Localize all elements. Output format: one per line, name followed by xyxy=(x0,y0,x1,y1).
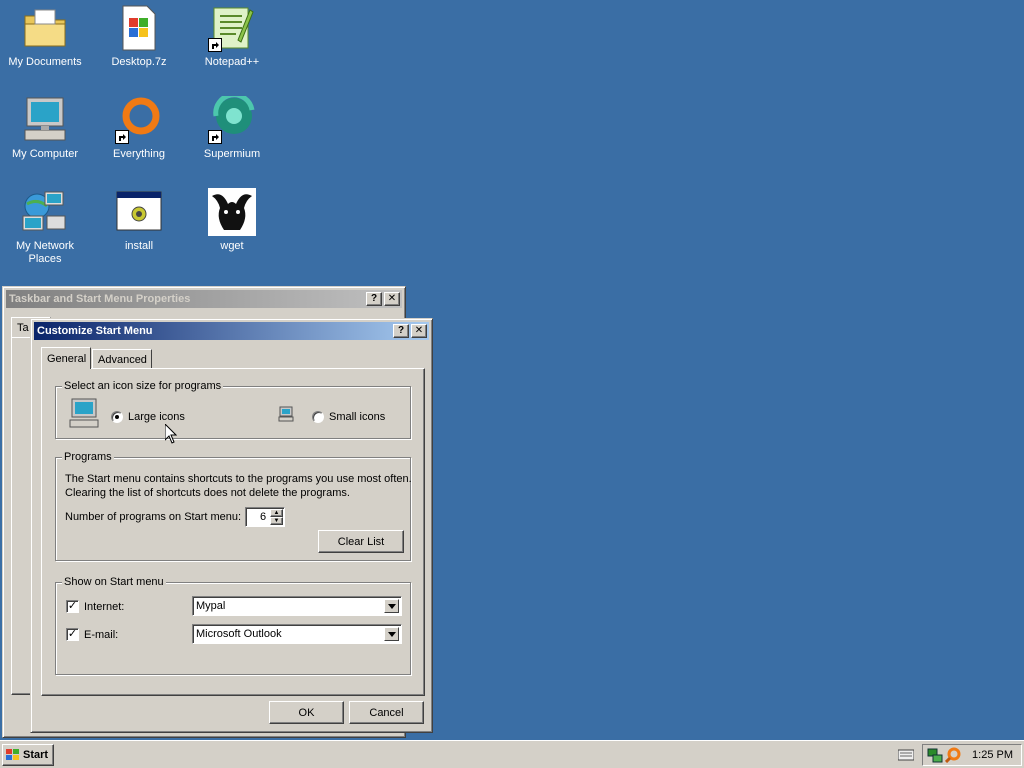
show-on-start-menu-group: Show on Start menu ✓ Internet: Mypal ✓ E… xyxy=(55,576,411,675)
desktop-icon-everything[interactable]: Everything xyxy=(97,96,181,161)
windows-logo-icon xyxy=(6,749,20,761)
spin-up-icon[interactable]: ▲ xyxy=(270,509,283,517)
tab-label: Ta xyxy=(17,321,29,334)
icon-size-group: Select an icon size for programs Large i… xyxy=(55,380,411,439)
customize-start-menu-dialog: Customize Start Menu ? ✕ General Advance… xyxy=(30,318,433,733)
desktop-icon-label: Supermium xyxy=(203,148,261,160)
start-label: Start xyxy=(23,749,49,761)
supermium-browser-icon xyxy=(208,96,256,144)
everything-search-icon xyxy=(115,96,163,144)
desktop-icon-install[interactable]: install xyxy=(97,188,181,253)
large-computer-icon xyxy=(68,397,100,429)
internet-browser-select[interactable]: Mypal xyxy=(192,596,402,616)
keyboard-icon[interactable] xyxy=(897,749,915,761)
desktop-icon-label: Desktop.7z xyxy=(111,56,167,68)
desktop-icon-desktop-7z[interactable]: Desktop.7z xyxy=(97,4,181,69)
close-button[interactable]: ✕ xyxy=(411,324,427,338)
desktop-icon-label: Notepad++ xyxy=(204,56,260,68)
mouse-cursor-icon xyxy=(164,422,178,444)
clock[interactable]: 1:25 PM xyxy=(972,749,1013,761)
email-checkbox[interactable]: ✓ xyxy=(66,628,79,641)
email-client-select[interactable]: Microsoft Outlook xyxy=(192,624,402,644)
window-title: Taskbar and Start Menu Properties xyxy=(9,293,191,305)
desktop-icon-my-computer[interactable]: My Computer xyxy=(3,96,87,161)
archive-file-icon xyxy=(115,4,163,52)
shortcut-arrow-icon xyxy=(208,130,222,144)
programs-description-line1: The Start menu contains shortcuts to the… xyxy=(65,473,412,485)
wget-icon xyxy=(208,188,256,236)
chevron-down-icon[interactable] xyxy=(384,599,399,613)
internet-label: Internet: xyxy=(84,601,125,613)
internet-browser-value: Mypal xyxy=(196,600,226,612)
desktop-icon-label: My Network Places xyxy=(15,240,75,265)
large-icons-label[interactable]: Large icons xyxy=(128,411,185,423)
shortcut-arrow-icon xyxy=(115,130,129,144)
customize-start-menu-titlebar[interactable]: Customize Start Menu ? ✕ xyxy=(34,322,429,340)
group-legend: Show on Start menu xyxy=(62,576,166,588)
dialog-title: Customize Start Menu xyxy=(37,325,153,337)
programs-description-line2: Clearing the list of shortcuts does not … xyxy=(65,487,350,499)
start-button[interactable]: Start xyxy=(2,744,54,766)
program-count-stepper[interactable]: 6 ▲ ▼ xyxy=(245,507,285,527)
tab-label: Advanced xyxy=(98,353,147,366)
tab-general[interactable]: General xyxy=(41,347,91,369)
desktop-icon-label: My Documents xyxy=(8,56,82,68)
system-tray: 1:25 PM xyxy=(922,744,1022,766)
desktop-icon-my-network-places[interactable]: My Network Places xyxy=(3,188,87,266)
small-icons-radio[interactable] xyxy=(312,411,324,423)
desktop-icon-notepad-plus-plus[interactable]: Notepad++ xyxy=(190,4,274,69)
chevron-down-icon[interactable] xyxy=(384,627,399,641)
ok-button[interactable]: OK xyxy=(269,701,344,724)
tab-advanced[interactable]: Advanced xyxy=(92,349,152,369)
internet-checkbox[interactable]: ✓ xyxy=(66,600,79,613)
desktop-icon-label: wget xyxy=(220,240,244,252)
desktop-icon-label: My Computer xyxy=(11,148,79,160)
clear-list-button[interactable]: Clear List xyxy=(318,530,404,553)
desktop-icon-supermium[interactable]: Supermium xyxy=(190,96,274,161)
group-legend: Programs xyxy=(62,451,114,463)
tab-label: General xyxy=(47,352,87,365)
taskbar: Start 1:25 PM xyxy=(0,740,1024,768)
installer-icon xyxy=(115,188,163,236)
search-tray-icon[interactable] xyxy=(944,747,961,764)
small-computer-icon xyxy=(278,406,294,422)
program-count-value: 6 xyxy=(260,511,267,523)
help-button[interactable]: ? xyxy=(393,324,409,338)
network-tray-icon[interactable] xyxy=(927,747,943,763)
computer-icon xyxy=(21,96,69,144)
folder-icon xyxy=(21,4,69,52)
close-button[interactable]: ✕ xyxy=(384,292,400,306)
desktop-icon-label: install xyxy=(124,240,154,252)
shortcut-arrow-icon xyxy=(208,38,222,52)
email-client-value: Microsoft Outlook xyxy=(196,628,282,640)
email-label: E-mail: xyxy=(84,629,119,641)
taskbar-properties-titlebar[interactable]: Taskbar and Start Menu Properties ? ✕ xyxy=(6,290,402,308)
spin-buttons[interactable]: ▲ ▼ xyxy=(270,509,283,525)
desktop-icon-wget[interactable]: wget xyxy=(190,188,274,253)
small-icons-label[interactable]: Small icons xyxy=(329,411,385,423)
program-count-label: Number of programs on Start menu: xyxy=(65,511,242,523)
large-icons-radio[interactable] xyxy=(111,411,123,423)
desktop-icon-my-documents[interactable]: My Documents xyxy=(3,4,87,69)
desktop-icon-label: Everything xyxy=(113,148,165,160)
group-legend: Select an icon size for programs xyxy=(62,380,224,392)
help-button[interactable]: ? xyxy=(366,292,382,306)
programs-group: Programs The Start menu contains shortcu… xyxy=(55,451,412,561)
cancel-button[interactable]: Cancel xyxy=(349,701,424,724)
spin-down-icon[interactable]: ▼ xyxy=(270,517,283,525)
network-places-icon xyxy=(21,188,69,236)
notepad-plus-plus-icon xyxy=(208,4,256,52)
